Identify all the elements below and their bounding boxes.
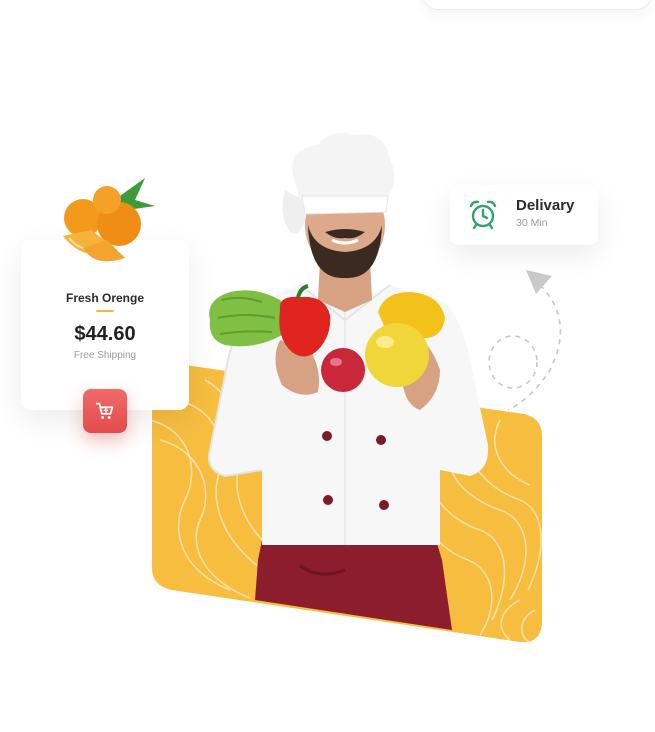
- delivery-title: Delivary: [516, 197, 575, 214]
- hero-section: Fresh Orenge $44.60 Free Shipping Deliva…: [0, 0, 655, 732]
- title-underline: [96, 310, 114, 312]
- orange-image: [63, 178, 155, 262]
- cart-icon: [95, 402, 114, 419]
- delivery-card: Delivary 30 Min: [450, 185, 598, 245]
- alarm-clock-icon: [469, 200, 497, 230]
- shipping-label: Free Shipping: [73, 350, 137, 361]
- product-price: $44.60: [74, 323, 136, 345]
- product-name: Fresh Orenge: [65, 291, 145, 305]
- delivery-time: 30 Min: [516, 217, 548, 229]
- add-to-cart-button[interactable]: [83, 389, 127, 433]
